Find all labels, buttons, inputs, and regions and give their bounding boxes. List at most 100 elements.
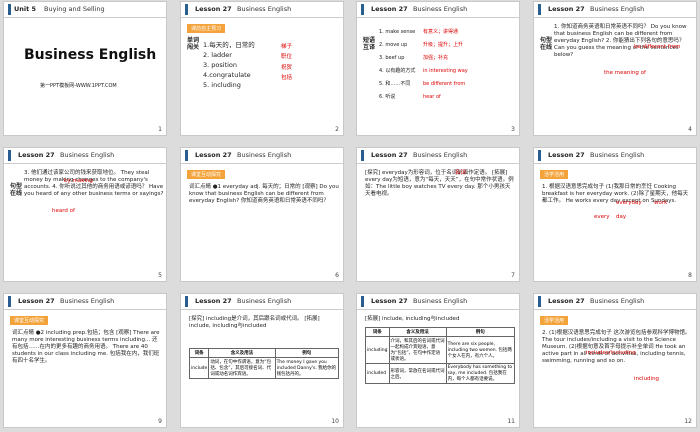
slide-number: 12 — [684, 418, 692, 425]
answer-item: 职位 — [281, 54, 293, 61]
section-badge: 课堂互动探究 — [10, 316, 49, 325]
lesson-topic: Business English — [60, 297, 115, 305]
answer-item: including — [634, 376, 660, 382]
answer-list: 梯子 职位 祝贺 包括 — [281, 42, 292, 84]
lesson-topic: Business English — [413, 151, 468, 159]
section-badge: 课堂互动探究 — [187, 170, 226, 179]
table-cell: include — [188, 357, 210, 379]
phrase-item: 6. 听说 — [379, 94, 396, 100]
slide-thumb-7[interactable]: Lesson 27 Business English [探究] everyday… — [356, 147, 520, 282]
lesson-label: Lesson 27 — [548, 5, 585, 13]
side-label: 单词闯关 — [187, 37, 200, 51]
lesson-label: Lesson 27 — [18, 151, 55, 159]
header-bar — [538, 296, 541, 307]
answer-item: be different from — [634, 44, 681, 50]
header-bar — [8, 150, 11, 161]
slide-header: Lesson 27 Business English — [181, 2, 343, 18]
phrase-answers: 有意义；讲得通 升级；提升；上升 加强；补充 in interesting wa… — [423, 26, 468, 104]
unit-label: Unit 5 — [14, 5, 37, 13]
slide-thumb-2[interactable]: Lesson 27 Business English 课前自主预习 单词闯关 1… — [180, 1, 344, 136]
header-bar — [185, 150, 188, 161]
table-cell: There are six people, including two wome… — [445, 336, 516, 364]
answer-item: 有意义；讲得通 — [423, 29, 459, 35]
lesson-label: Lesson 27 — [548, 297, 585, 305]
slide-thumb-1[interactable]: Unit 5 Buying and Selling Business Engli… — [3, 1, 167, 136]
lesson-label: Lesson 27 — [371, 5, 408, 13]
answer-item: work — [654, 200, 668, 206]
table-cell: The money I gave you included Danny's. 我… — [274, 357, 340, 379]
slide-number: 9 — [158, 418, 162, 425]
slide-number: 7 — [511, 272, 515, 279]
unit-title: Buying and Selling — [44, 5, 105, 13]
side-label: 短语互译 — [363, 37, 376, 51]
table-header: 词条 — [188, 348, 210, 358]
slide-thumb-8[interactable]: Lesson 27 Business English 活学活用 1. 根据汉语意… — [533, 147, 697, 282]
answer-item: by making — [64, 178, 93, 184]
slide-thumb-11[interactable]: Lesson 27 Business English [拓展] include,… — [356, 293, 520, 428]
slide-thumb-12[interactable]: Lesson 27 Business English 活学活用 2. (1)根据… — [533, 293, 697, 428]
header-bar — [8, 296, 11, 307]
slide-thumb-4[interactable]: Lesson 27 Business English 句型在线 1. 你知道商务… — [533, 1, 697, 136]
slide-thumb-3[interactable]: Lesson 27 Business English 短语互译 1. make … — [356, 1, 520, 136]
slide-thumb-9[interactable]: Lesson 27 Business English 课堂互动探究 词汇点睛 ●… — [3, 293, 167, 428]
section-badge: 活学活用 — [540, 170, 569, 179]
phrase-item: 5. 和……不同 — [379, 81, 411, 87]
lesson-topic: Business English — [590, 151, 645, 159]
answer-item: heard of — [52, 208, 75, 214]
answer-item: everyday — [616, 200, 642, 206]
table-cell: 介词，和其后的名词或代词一起构成介宾短语，意为“包括”，在句中作定语或状语。 — [388, 336, 447, 364]
slide-number: 2 — [335, 126, 339, 133]
slide-number: 11 — [507, 418, 515, 425]
vocab-text: 词汇点睛 ●1 everyday adj. 每天的；日常的 [观察] Do yo… — [189, 184, 339, 204]
answer-item: 升级；提升；上升 — [423, 42, 464, 48]
slide-grid: Unit 5 Buying and Selling Business Engli… — [0, 0, 700, 432]
slide-header: Lesson 27 Business English — [4, 148, 166, 164]
phrase-item: 2. move up — [379, 42, 408, 48]
slide-header: Lesson 27 Business English — [357, 148, 519, 164]
exercise-text: 2. (1)根据汉语意思完成句子 这次游览包括参观科学博物馆。 The tour… — [542, 330, 691, 364]
usage-table: 词条 含义及用法 例句 include 动词，在句中作谓语，意为“包括、包含”，… — [188, 348, 340, 379]
lesson-topic: Business English — [590, 297, 645, 305]
word-item: 3. position — [203, 61, 238, 70]
phrase-item: 1. make sense — [379, 29, 416, 35]
slide-header: Lesson 27 Business English — [357, 294, 519, 310]
slide-number: 10 — [331, 418, 339, 425]
slide-header: Lesson 27 Business English — [4, 294, 166, 310]
slide-thumb-6[interactable]: Lesson 27 Business English 课堂互动探究 词汇点睛 ●… — [180, 147, 344, 282]
header-bar — [361, 296, 364, 307]
slide-number: 5 — [158, 272, 162, 279]
lesson-topic: Business English — [413, 5, 468, 13]
lesson-topic: Business English — [237, 151, 292, 159]
explain-text: [探究] including是介词，其后跟名词或代词。 [拓展] include… — [189, 316, 320, 329]
header-bar — [185, 296, 188, 307]
word-item: 2. ladder — [203, 51, 232, 60]
lesson-topic: Business English — [60, 151, 115, 159]
lesson-topic: Business English — [590, 5, 645, 13]
slide-title: Business English — [24, 47, 157, 63]
slide-number: 6 — [335, 272, 339, 279]
explain-text: [探究] everyday为形容词，位于名词前面作定语。 [拓展] every … — [365, 170, 514, 197]
slide-thumb-5[interactable]: Lesson 27 Business English 句型在线 3. 他们通过该… — [3, 147, 167, 282]
slide-header: Lesson 27 Business English — [181, 148, 343, 164]
answer-item: 梯子 — [281, 44, 293, 50]
table-cell: 动词，在句中作谓语，意为“包括、包含”，其后可接名词、代词或动名词作宾语。 — [208, 357, 276, 379]
lesson-label: Lesson 27 — [371, 297, 408, 305]
table-header: 词条 — [365, 327, 390, 337]
lesson-label: Lesson 27 — [18, 297, 55, 305]
word-item: 5. including — [203, 81, 241, 90]
slide-header: Lesson 27 Business English — [534, 294, 696, 310]
lesson-topic: Business English — [237, 5, 292, 13]
slide-number: 3 — [511, 126, 515, 133]
header-bar — [538, 4, 541, 15]
phrase-item: 3. beef up — [379, 55, 405, 61]
table-cell: 形容词，常放在名词或代词之后。 — [388, 363, 447, 384]
lesson-label: Lesson 27 — [195, 297, 232, 305]
table-cell: including — [365, 336, 390, 364]
lesson-label: Lesson 27 — [548, 151, 585, 159]
slide-thumb-10[interactable]: Lesson 27 Business English [探究] includin… — [180, 293, 344, 428]
lesson-label: Lesson 27 — [195, 151, 232, 159]
word-item: 1.每天的，日常的 — [203, 41, 255, 49]
answer-item: 加强；补充 — [423, 55, 449, 61]
header-bar — [361, 150, 364, 161]
answer-item: every — [594, 214, 610, 220]
